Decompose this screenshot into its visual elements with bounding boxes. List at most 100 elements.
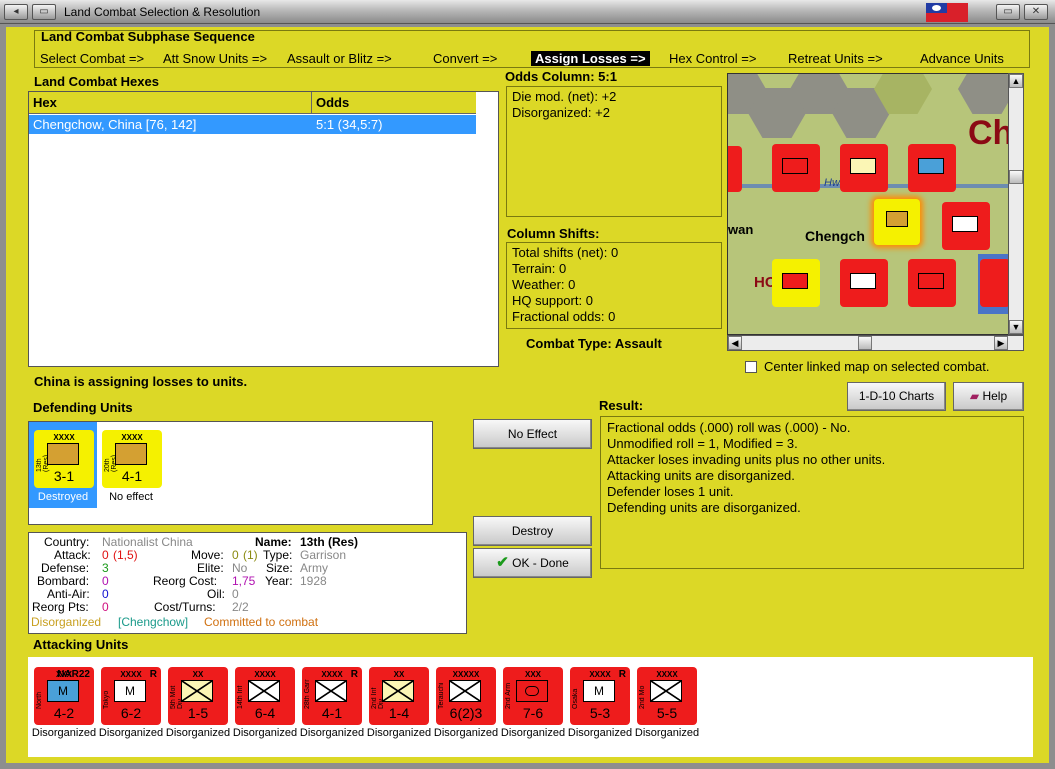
country-value: Nationalist China bbox=[102, 535, 193, 549]
elite-label: Elite: bbox=[197, 561, 224, 575]
attacker-status: Disorganized bbox=[366, 727, 432, 739]
unit-details-panel: Country: Nationalist China Name: 13th (R… bbox=[28, 532, 467, 634]
help-button[interactable]: ▰ Help bbox=[953, 382, 1024, 411]
unit-size: XXXX bbox=[656, 670, 678, 679]
defending-heading: Defending Units bbox=[33, 400, 133, 415]
unit-value: 6(2)3 bbox=[449, 705, 483, 721]
garrison-symbol-icon bbox=[47, 443, 79, 465]
shift-line: HQ support: 0 bbox=[512, 293, 593, 308]
linked-map[interactable]: Ch Chengch wan Hw HC bbox=[727, 73, 1009, 335]
col-header-hex[interactable]: Hex bbox=[29, 92, 312, 114]
attacker-status: Disorganized bbox=[232, 727, 298, 739]
reorg-pts-value: 0 bbox=[102, 600, 109, 614]
reorg-cost-label: Reorg Cost: bbox=[153, 574, 218, 588]
unit-flag: R bbox=[350, 669, 358, 680]
shifts-heading: Column Shifts: bbox=[507, 226, 600, 241]
minimize-icon[interactable]: ◂ bbox=[4, 4, 28, 20]
scroll-right-icon[interactable]: ▶ bbox=[994, 336, 1008, 350]
attacker-unit[interactable]: XXXX Osaka M R 5-3 bbox=[570, 667, 630, 725]
status-disorganized: Disorganized bbox=[31, 615, 102, 629]
restore-icon[interactable]: ▭ bbox=[32, 4, 56, 20]
attacker-unit[interactable]: XXXX 2nd Mo 5-5 bbox=[637, 667, 697, 725]
attacker-unit[interactable]: XXXX 14th Inf 6-4 bbox=[235, 667, 295, 725]
odds-heading: Odds Column: 5:1 bbox=[505, 69, 617, 84]
unit-size: XXXX bbox=[121, 433, 143, 442]
defender-unit[interactable]: XXXX 13th (Res) 3-1 bbox=[34, 430, 94, 488]
map-unit[interactable] bbox=[908, 259, 956, 307]
map-unit[interactable] bbox=[908, 144, 956, 192]
destroy-button[interactable]: Destroy bbox=[473, 516, 592, 546]
shade-icon[interactable]: ▭ bbox=[996, 4, 1020, 20]
sequence-heading: Land Combat Subphase Sequence bbox=[41, 29, 255, 44]
attacker-unit[interactable]: XXXXX Terauchi 6(2)3 bbox=[436, 667, 496, 725]
title-bar: ◂ ▭ Land Combat Selection & Resolution ▭… bbox=[0, 0, 1055, 24]
map-unit[interactable] bbox=[980, 259, 1008, 307]
attack-value: 0 bbox=[102, 548, 109, 562]
ok-done-button[interactable]: ✔ OK - Done bbox=[473, 548, 592, 578]
map-unit[interactable] bbox=[772, 144, 820, 192]
unit-value: 1-5 bbox=[187, 705, 209, 721]
table-row[interactable]: Chengchow, China [76, 142] 5:1 (34,5:7) bbox=[29, 115, 476, 134]
charts-button[interactable]: 1-D-10 Charts bbox=[847, 382, 946, 411]
result-line: Unmodified roll = 1, Modified = 3. bbox=[607, 436, 798, 451]
unit-value: 6-2 bbox=[120, 705, 142, 721]
unit-size: XX bbox=[393, 670, 405, 679]
unit-size: XXXX bbox=[254, 670, 276, 679]
scroll-up-icon[interactable]: ▲ bbox=[1009, 74, 1023, 88]
scroll-down-icon[interactable]: ▼ bbox=[1009, 320, 1023, 334]
infantry-symbol-icon bbox=[449, 680, 481, 702]
move-value: 0 bbox=[232, 548, 239, 562]
scroll-thumb[interactable] bbox=[858, 336, 872, 350]
map-unit[interactable] bbox=[840, 144, 888, 192]
seq-step-retreat: Retreat Units => bbox=[788, 51, 883, 66]
attacker-unit[interactable]: XX 5th Mot Div 1-5 bbox=[168, 667, 228, 725]
map-horizontal-scrollbar[interactable]: ◀ ▶ bbox=[727, 335, 1024, 351]
attacker-status: Disorganized bbox=[433, 727, 499, 739]
oil-value: 0 bbox=[232, 587, 239, 601]
col-header-odds[interactable]: Odds bbox=[312, 92, 476, 114]
attacking-units-panel: XXX North M NAR22 4-2 Disorganized XXXX Tokyo M R… bbox=[28, 657, 1033, 757]
mech-symbol-icon: M bbox=[583, 680, 615, 702]
seq-step-convert: Convert => bbox=[433, 51, 498, 66]
attacker-status: Disorganized bbox=[165, 727, 231, 739]
map-unit[interactable] bbox=[840, 259, 888, 307]
attack-extra: (1,5) bbox=[113, 548, 138, 562]
help-book-icon: ▰ bbox=[969, 389, 980, 403]
elite-value: No bbox=[232, 561, 248, 575]
hexes-table[interactable]: Hex Odds Chengchow, China [76, 142] 5:1 … bbox=[28, 91, 499, 367]
attacker-status: Disorganized bbox=[567, 727, 633, 739]
attacker-unit[interactable]: XXX 2nd Arm 7-6 bbox=[503, 667, 563, 725]
result-panel: Fractional odds (.000) roll was (.000) -… bbox=[600, 416, 1024, 569]
reorg-pts-label: Reorg Pts: bbox=[32, 600, 89, 614]
odds-line: Disorganized: +2 bbox=[512, 105, 610, 120]
unit-value: 3-1 bbox=[53, 468, 75, 484]
map-label-chengchow: Chengch bbox=[805, 228, 865, 244]
attacker-unit[interactable]: XXXX Tokyo M R 6-2 bbox=[101, 667, 161, 725]
attacker-unit[interactable]: XXX North M NAR22 4-2 bbox=[34, 667, 94, 725]
scroll-left-icon[interactable]: ◀ bbox=[728, 336, 742, 350]
attacker-unit[interactable]: XX 2nd Inf Div 1-4 bbox=[369, 667, 429, 725]
seq-step-select-combat: Select Combat => bbox=[40, 51, 145, 66]
map-unit-selected[interactable] bbox=[874, 199, 920, 245]
attack-label: Attack: bbox=[54, 548, 91, 562]
defender-status: No effect bbox=[109, 491, 153, 503]
map-label-wan: wan bbox=[728, 222, 754, 237]
country-label: Country: bbox=[44, 535, 90, 549]
result-line: Defending units are disorganized. bbox=[607, 500, 801, 515]
defender-unit[interactable]: XXXX 20th (Res) 4-1 bbox=[102, 430, 162, 488]
close-icon[interactable]: ✕ bbox=[1024, 4, 1048, 20]
attacker-unit[interactable]: XXXX 28th Garr R 4-1 bbox=[302, 667, 362, 725]
window-title: Land Combat Selection & Resolution bbox=[64, 5, 261, 19]
no-effect-button[interactable]: No Effect bbox=[473, 419, 592, 449]
result-line: Attacker loses invading units plus no ot… bbox=[607, 452, 886, 467]
scroll-thumb[interactable] bbox=[1009, 170, 1023, 184]
result-heading: Result: bbox=[599, 398, 644, 413]
map-vertical-scrollbar[interactable]: ▲ ▼ bbox=[1008, 73, 1024, 335]
map-unit[interactable] bbox=[728, 146, 742, 192]
bombard-value: 0 bbox=[102, 574, 109, 588]
map-unit[interactable] bbox=[942, 202, 990, 250]
mech-symbol-icon: M bbox=[114, 680, 146, 702]
result-line: Attacking units are disorganized. bbox=[607, 468, 795, 483]
map-unit[interactable] bbox=[772, 259, 820, 307]
center-map-checkbox[interactable] bbox=[745, 361, 757, 373]
